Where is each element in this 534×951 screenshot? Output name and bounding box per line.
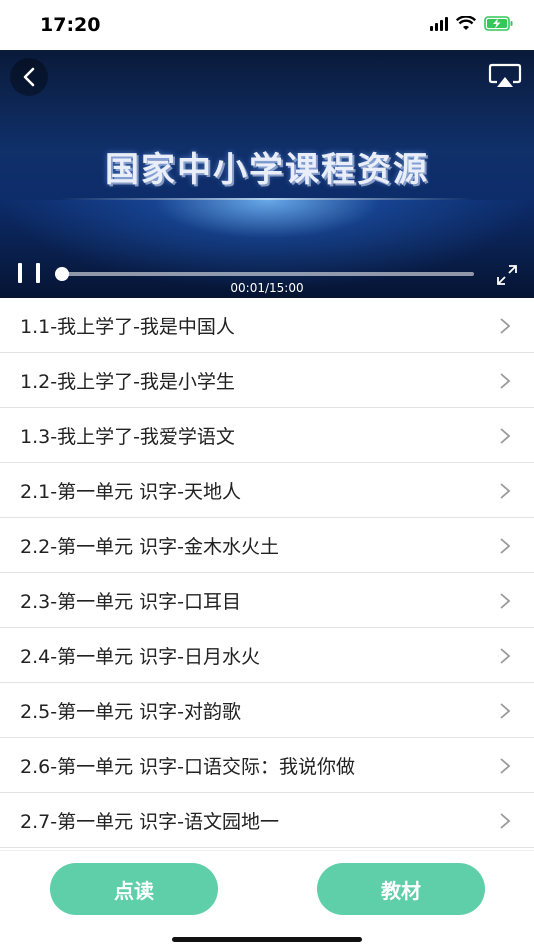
home-indicator xyxy=(172,937,362,942)
status-icons xyxy=(430,16,514,31)
video-player[interactable]: 国家中小学课程资源 00:01/15:00 xyxy=(0,50,534,298)
chevron-right-icon xyxy=(500,703,511,719)
read-button[interactable]: 点读 xyxy=(50,863,218,915)
lesson-label: 1.2-我上学了-我是小学生 xyxy=(20,371,235,393)
playback-controls: 00:01/15:00 xyxy=(0,250,534,298)
lesson-label: 1.3-我上学了-我爱学语文 xyxy=(20,426,235,448)
lesson-label: 2.4-第一单元 识字-日月水火 xyxy=(20,646,260,668)
list-item[interactable]: 1.2-我上学了-我是小学生 xyxy=(0,353,534,408)
chevron-right-icon xyxy=(500,813,511,829)
airplay-button[interactable] xyxy=(486,60,524,92)
list-item[interactable]: 2.3-第一单元 识字-口耳目 xyxy=(0,573,534,628)
battery-charging-icon xyxy=(484,16,513,31)
chevron-right-icon xyxy=(500,758,511,774)
chevron-right-icon xyxy=(500,538,511,554)
pause-bar-right xyxy=(36,263,40,283)
fullscreen-icon[interactable] xyxy=(496,264,518,286)
list-item[interactable]: 2.2-第一单元 识字-金木水火土 xyxy=(0,518,534,573)
back-button[interactable] xyxy=(10,58,48,96)
cellular-signal-icon xyxy=(430,16,448,31)
progress-thumb[interactable] xyxy=(55,267,70,281)
list-item[interactable]: 1.3-我上学了-我爱学语文 xyxy=(0,408,534,463)
chevron-right-icon xyxy=(500,648,511,664)
lesson-label: 2.7-第一单元 识字-语文园地一 xyxy=(20,811,279,833)
lesson-label: 2.3-第一单元 识字-口耳目 xyxy=(20,591,241,613)
lesson-label: 2.2-第一单元 识字-金木水火土 xyxy=(20,536,279,558)
time-readout: 00:01/15:00 xyxy=(230,281,304,295)
chevron-left-icon xyxy=(23,67,35,87)
progress-track[interactable] xyxy=(62,272,474,276)
lesson-label: 2.1-第一单元 识字-天地人 xyxy=(20,481,241,503)
video-title: 国家中小学课程资源 xyxy=(105,150,429,190)
bottom-bar: 点读 教材 xyxy=(0,850,534,951)
list-item[interactable]: 1.1-我上学了-我是中国人 xyxy=(0,298,534,353)
list-item[interactable]: 2.1-第一单元 识字-天地人 xyxy=(0,463,534,518)
list-item[interactable]: 2.6-第一单元 识字-口语交际：我说你做 xyxy=(0,738,534,793)
chevron-right-icon xyxy=(500,593,511,609)
list-item[interactable]: 2.7-第一单元 识字-语文园地一 xyxy=(0,793,534,848)
lesson-label: 2.6-第一单元 识字-口语交际：我说你做 xyxy=(20,756,355,778)
status-bar: 17:20 xyxy=(0,0,534,50)
wifi-icon xyxy=(456,16,476,30)
lesson-label: 2.5-第一单元 识字-对韵歌 xyxy=(20,701,241,723)
textbook-button[interactable]: 教材 xyxy=(317,863,485,915)
chevron-right-icon xyxy=(500,373,511,389)
lesson-label: 1.1-我上学了-我是中国人 xyxy=(20,316,235,338)
status-time: 17:20 xyxy=(40,14,101,36)
pause-bar-left xyxy=(18,263,22,283)
list-item[interactable]: 2.5-第一单元 识字-对韵歌 xyxy=(0,683,534,738)
chevron-right-icon xyxy=(500,428,511,444)
chevron-right-icon xyxy=(500,483,511,499)
chevron-right-icon xyxy=(500,318,511,334)
airplay-icon xyxy=(488,63,522,87)
lesson-list: 1.1-我上学了-我是中国人 1.2-我上学了-我是小学生 1.3-我上学了-我… xyxy=(0,298,534,848)
list-item[interactable]: 2.4-第一单元 识字-日月水火 xyxy=(0,628,534,683)
